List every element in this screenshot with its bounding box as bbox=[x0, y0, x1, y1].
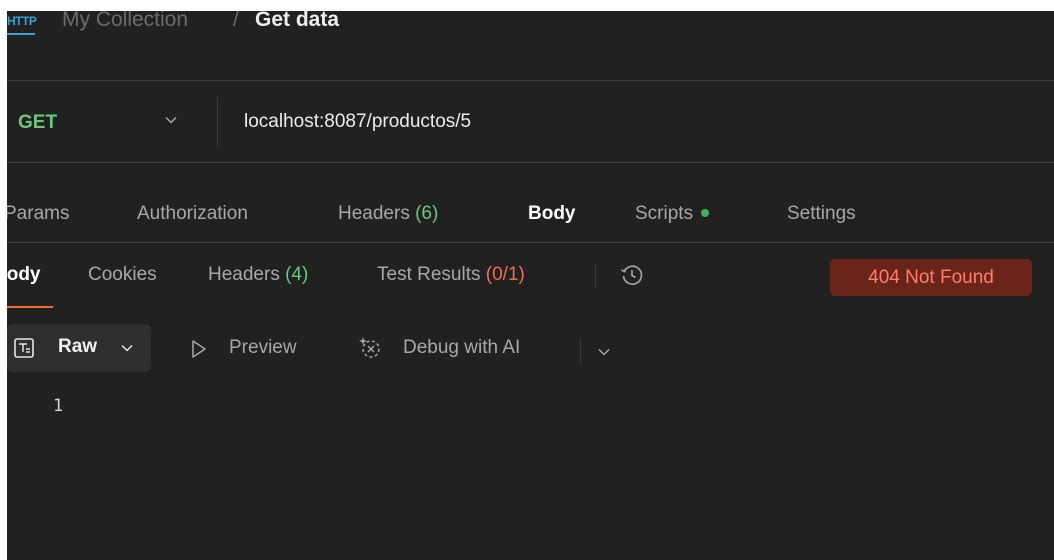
divider bbox=[7, 80, 1054, 81]
preview-button[interactable]: Preview bbox=[229, 337, 297, 359]
chevron-down-icon bbox=[121, 344, 133, 352]
chevron-down-icon[interactable] bbox=[597, 345, 611, 359]
tab-scripts-label: Scripts bbox=[635, 203, 694, 224]
method-select[interactable]: GET bbox=[18, 112, 57, 134]
ai-sparkle-icon bbox=[359, 337, 380, 358]
divider bbox=[7, 162, 1054, 163]
tab-params[interactable]: Params bbox=[7, 203, 69, 225]
debug-with-ai-button[interactable]: Debug with AI bbox=[403, 337, 520, 359]
response-tab-body[interactable]: Body bbox=[7, 264, 41, 286]
chevron-down-icon[interactable] bbox=[164, 113, 178, 127]
response-tab-headers-label: Headers bbox=[208, 264, 280, 285]
divider bbox=[217, 97, 218, 147]
breadcrumb-separator: / bbox=[233, 11, 239, 31]
tab-body[interactable]: Body bbox=[528, 203, 576, 225]
response-tab-cookies[interactable]: Cookies bbox=[88, 264, 157, 286]
tab-authorization[interactable]: Authorization bbox=[137, 203, 248, 225]
http-icon: HTTP bbox=[7, 13, 37, 35]
format-select-raw[interactable]: Raw bbox=[7, 324, 151, 372]
breadcrumb-collection[interactable]: My Collection bbox=[62, 11, 188, 31]
tab-headers-label: Headers bbox=[338, 203, 410, 224]
status-dot-icon bbox=[701, 208, 710, 217]
request-title[interactable]: Get data bbox=[255, 11, 339, 31]
response-headers-count: (4) bbox=[285, 264, 309, 285]
tab-settings[interactable]: Settings bbox=[787, 203, 856, 225]
format-label: Raw bbox=[58, 336, 98, 357]
play-icon bbox=[192, 340, 206, 358]
tab-scripts[interactable]: Scripts bbox=[635, 203, 710, 225]
history-icon[interactable] bbox=[619, 262, 645, 288]
divider bbox=[580, 339, 581, 363]
test-results-count: (0/1) bbox=[485, 264, 525, 285]
status-badge: 404 Not Found bbox=[830, 259, 1032, 296]
text-format-icon bbox=[14, 338, 34, 358]
active-tab-indicator bbox=[7, 306, 53, 308]
headers-count: (6) bbox=[415, 203, 439, 224]
divider bbox=[7, 242, 1054, 243]
url-input[interactable]: localhost:8087/productos/5 bbox=[244, 111, 471, 133]
line-number: 1 bbox=[53, 396, 64, 416]
response-tab-test-results[interactable]: Test Results (0/1) bbox=[377, 264, 525, 286]
response-tab-headers[interactable]: Headers (4) bbox=[208, 264, 308, 286]
tab-headers[interactable]: Headers (6) bbox=[338, 203, 438, 225]
divider bbox=[595, 264, 596, 288]
postman-request-panel: HTTP My Collection / Get data GET localh… bbox=[7, 11, 1054, 560]
response-tab-test-label: Test Results bbox=[377, 264, 481, 285]
